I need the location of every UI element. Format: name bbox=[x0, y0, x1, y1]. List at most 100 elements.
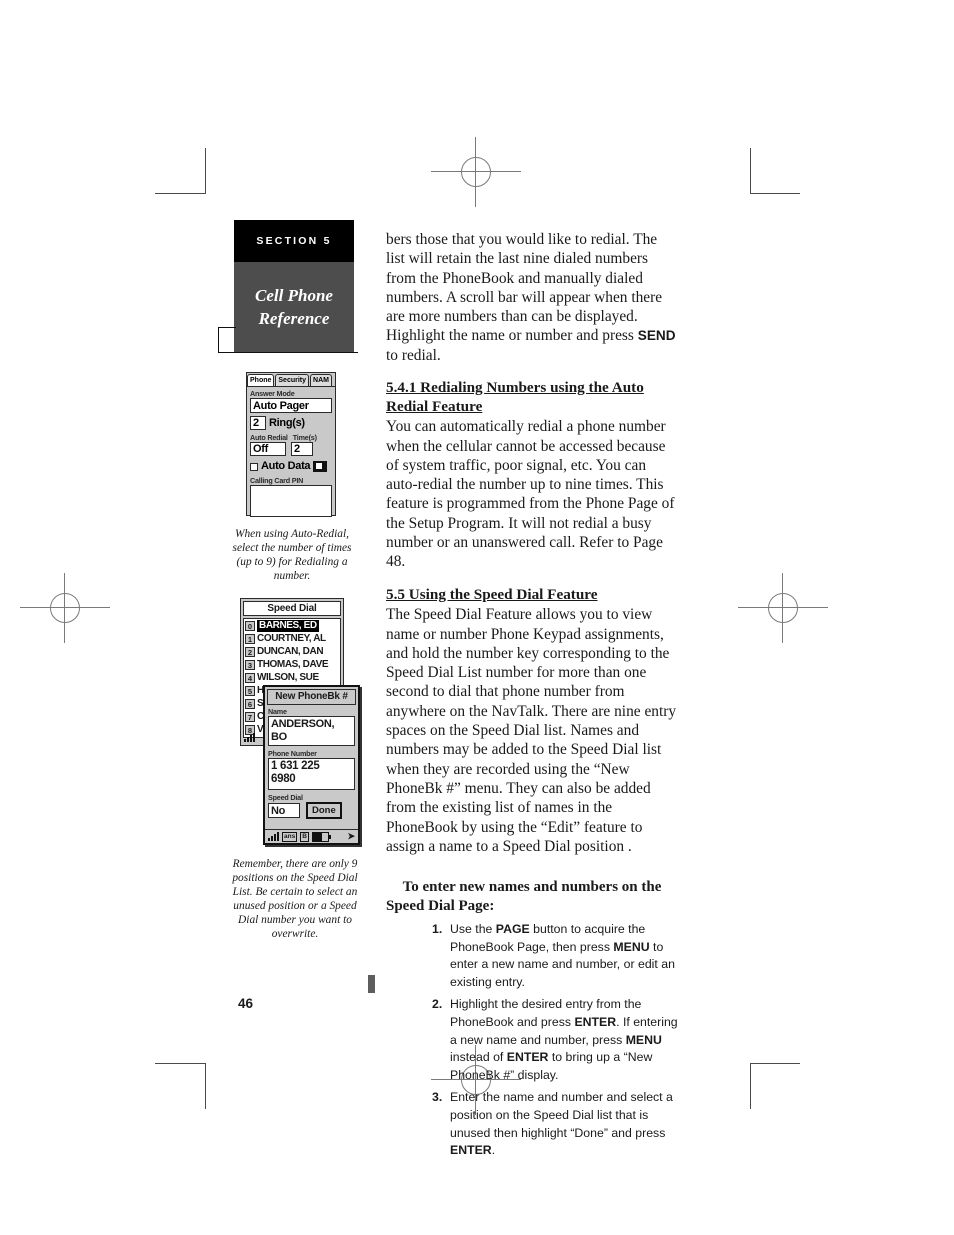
tab-security[interactable]: Security bbox=[275, 374, 310, 386]
speed-dial-index: 3 bbox=[245, 659, 255, 670]
manual-page: SECTION 5 Cell Phone Reference Phone Sec… bbox=[0, 0, 954, 1235]
paragraph-5-5: The Speed Dial Feature allows you to vie… bbox=[386, 606, 677, 855]
procedure-step: 1. Use the PAGE button to acquire the Pho… bbox=[432, 921, 678, 991]
figure-phone-setup-screen: Phone Security NAM Answer Mode Auto Page… bbox=[246, 372, 336, 517]
crop-mark-bottom-left-v bbox=[205, 1063, 206, 1109]
speed-dial-name: THOMAS, DAVE bbox=[257, 658, 329, 670]
section-tab-label: SECTION 5 bbox=[256, 235, 332, 247]
step-text: Enter the name and number and select a p… bbox=[450, 1090, 673, 1140]
phone-setup-caption: When using Auto-Redial, select the numbe… bbox=[232, 528, 352, 582]
list-item[interactable]: 2 DUNCAN, DAN bbox=[244, 645, 340, 658]
registration-mark-right bbox=[738, 573, 828, 643]
list-item[interactable]: 4 WILSON, SUE bbox=[244, 671, 340, 684]
procedure-steps: 1. Use the PAGE button to acquire the Pho… bbox=[386, 921, 678, 1160]
speed-dial-index: 0 bbox=[245, 620, 255, 631]
calling-card-pin-field[interactable] bbox=[250, 485, 332, 517]
list-item[interactable]: 1 COURTNEY, AL bbox=[244, 632, 340, 645]
crop-mark-top-right-h bbox=[750, 193, 800, 194]
key-label: ENTER bbox=[506, 1050, 549, 1065]
step-text: . bbox=[491, 1143, 496, 1158]
key-label: MENU bbox=[613, 939, 650, 954]
body-column: bers those that you would like to redial… bbox=[386, 230, 678, 1160]
speed-dial-index: 1 bbox=[245, 633, 255, 644]
answer-mode-indicator: ans bbox=[282, 831, 298, 842]
lock-icon bbox=[313, 461, 328, 472]
times-label: Time(s) bbox=[292, 433, 317, 442]
procedure-heading: To enter new names and numbers on the Sp… bbox=[386, 878, 678, 916]
step-text: instead of bbox=[450, 1050, 507, 1065]
battery-icon bbox=[311, 831, 331, 842]
figure-new-phonebook-dialog: New PhoneBk # Name ANDERSON, BO Phone Nu… bbox=[263, 685, 360, 845]
tab-phone[interactable]: Phone bbox=[247, 374, 275, 386]
procedure-step: 3. Enter the name and number and select a… bbox=[432, 1089, 678, 1159]
section-title-box: Cell Phone Reference bbox=[234, 262, 354, 352]
auto-data-label: Auto Data bbox=[261, 460, 311, 472]
signal-bars-icon bbox=[268, 832, 279, 841]
heading-5-4-1: 5.4.1 Redialing Numbers using the Auto R… bbox=[386, 379, 644, 415]
procedure-heading-line-2: Speed Dial Page: bbox=[386, 898, 495, 915]
section-title-line-1: Cell Phone bbox=[255, 286, 333, 305]
step-number: 2. bbox=[432, 997, 443, 1012]
crop-mark-bottom-left-h bbox=[155, 1063, 205, 1064]
registration-mark-top bbox=[431, 137, 521, 207]
speed-dial-position-field[interactable]: No bbox=[268, 803, 300, 818]
speed-dial-index: 7 bbox=[245, 711, 255, 722]
speed-dial-index: 6 bbox=[245, 698, 255, 709]
name-label: Name bbox=[268, 707, 287, 716]
key-label: MENU bbox=[625, 1032, 662, 1047]
phone-setup-tabs: Phone Security NAM bbox=[247, 373, 335, 387]
crop-mark-bottom-right-v bbox=[750, 1063, 751, 1109]
crop-mark-bottom-right-h bbox=[750, 1063, 800, 1064]
registration-mark-left bbox=[20, 573, 110, 643]
step-number: 1. bbox=[432, 922, 443, 937]
crop-mark-top-right-v bbox=[750, 148, 751, 194]
speed-dial-index: 2 bbox=[245, 646, 255, 657]
section-rule bbox=[218, 327, 236, 328]
edge-thumb-mark bbox=[368, 975, 375, 993]
auto-redial-label: Auto Redial bbox=[250, 433, 288, 442]
auto-redial-field[interactable]: Off bbox=[250, 442, 286, 456]
speed-dial-index: 5 bbox=[245, 685, 255, 696]
intro-paragraph: bers those that you would like to redial… bbox=[386, 230, 678, 365]
phone-number-line-2: 6980 bbox=[271, 773, 296, 785]
forward-arrow-icon: ➤ bbox=[347, 831, 355, 841]
phone-number-field[interactable]: 1 631 225 6980 bbox=[268, 758, 355, 790]
heading-5-5: 5.5 Using the Speed Dial Feature bbox=[386, 585, 598, 603]
key-label: ENTER bbox=[450, 1143, 492, 1158]
key-label: PAGE bbox=[495, 922, 530, 937]
paragraph-5-4-1: You can automatically redial a phone num… bbox=[386, 418, 675, 571]
signal-bars-icon bbox=[244, 733, 255, 742]
list-item[interactable]: 0 BARNES, ED bbox=[244, 619, 340, 632]
phone-number-line-1: 1 631 225 bbox=[271, 760, 320, 772]
signal-strength-icon bbox=[244, 733, 255, 744]
rings-label: Ring(s) bbox=[269, 416, 305, 429]
speed-dial-name: BARNES, ED bbox=[257, 619, 319, 632]
list-item[interactable]: 3 THOMAS, DAVE bbox=[244, 658, 340, 671]
step-number: 3. bbox=[432, 1090, 443, 1105]
speed-dial-title: Speed Dial bbox=[243, 601, 341, 616]
intro-text: bers those that you would like to redial… bbox=[386, 231, 663, 345]
auto-redial-times-field[interactable]: 2 bbox=[291, 442, 313, 456]
rings-field[interactable]: 2 bbox=[250, 416, 266, 430]
section-title-line-2: Reference bbox=[258, 309, 330, 328]
tab-nam[interactable]: NAM bbox=[310, 374, 332, 386]
procedure-heading-line-1: To enter new names and numbers on the bbox=[402, 879, 662, 896]
answer-mode-field[interactable]: Auto Pager bbox=[250, 398, 332, 413]
intro-tail-text: to redial. bbox=[386, 346, 441, 364]
device-status-bar: ans B ➤ bbox=[265, 829, 358, 843]
speed-dial-index: 4 bbox=[245, 672, 255, 683]
auto-data-checkbox[interactable] bbox=[250, 462, 258, 471]
phone-number-label: Phone Number bbox=[268, 749, 317, 758]
answer-mode-label: Answer Mode bbox=[250, 389, 295, 398]
band-indicator: B bbox=[300, 831, 309, 842]
speed-dial-caption: Remember, there are only 9 positions on … bbox=[232, 858, 358, 940]
page-number: 46 bbox=[238, 996, 254, 1011]
crop-mark-top-left-v bbox=[205, 148, 206, 194]
send-key-label: SEND bbox=[637, 328, 676, 344]
section-rule-bottom bbox=[218, 352, 358, 353]
name-field[interactable]: ANDERSON, BO bbox=[268, 716, 355, 746]
key-label: ENTER bbox=[574, 1015, 617, 1030]
section-rule-left bbox=[218, 327, 219, 353]
done-button[interactable]: Done bbox=[306, 802, 342, 819]
speed-dial-name: WILSON, SUE bbox=[257, 671, 319, 683]
